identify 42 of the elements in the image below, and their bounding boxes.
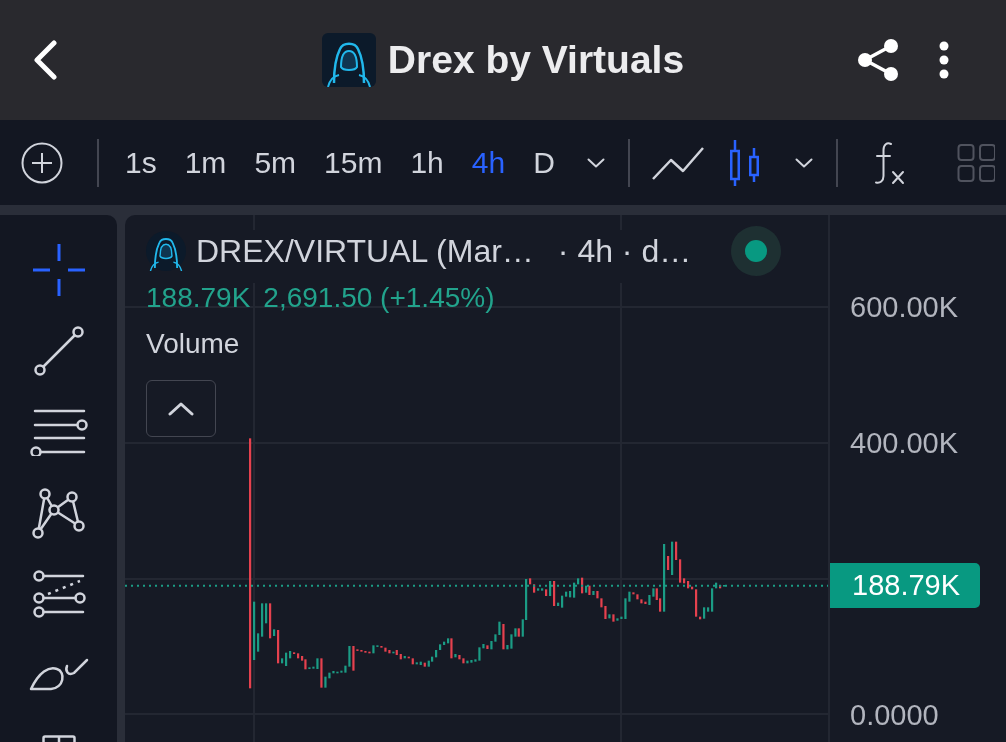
candlestick-icon [729,139,760,186]
crosshair-icon [32,244,85,296]
hood-logo-icon [321,33,376,87]
chevron-down-icon [586,157,605,168]
plus-circle-icon [21,141,63,184]
chevron-up-icon [168,401,194,416]
chart-type-button[interactable] [651,145,704,180]
function-icon [873,140,906,185]
interval-tab[interactable]: 1h [396,134,458,191]
pattern-nodes-icon [32,487,85,539]
share-icon [857,38,899,82]
parallel-lines-icon [29,408,88,456]
line-chart-icon [651,145,704,180]
price-tick-label: 0.0000 [850,698,939,732]
more-icon [939,41,949,79]
interval-tab[interactable]: 4h [457,134,520,191]
app-title: Drex by Virtuals [387,37,685,83]
back-icon [31,40,59,80]
chevron-down-icon [794,157,813,168]
legend-value: 188.79K [146,281,251,315]
interval-tab[interactable]: 5m [240,134,311,191]
interval-tab[interactable]: D [519,134,569,191]
price-tick-label: 400.00K [850,426,959,460]
brush-icon [28,657,89,693]
trend-line-icon [33,326,84,376]
symbol-details: · 4h · d… [557,232,692,270]
interval-tab[interactable]: 1m [170,134,241,191]
symbol-name: DREX/VIRTUAL (Mar… [196,232,534,270]
hood-logo-icon [146,231,186,271]
price-tick-label: 600.00K [850,290,959,324]
channel-lines-icon [31,570,86,618]
add-button[interactable] [20,140,64,185]
indicator-name: Volume [146,327,240,361]
interval-tab[interactable]: 1s [111,134,171,191]
last-price-badge: 188.79K [830,563,980,608]
split-box-icon [41,735,76,742]
indicators-button[interactable] [873,140,906,185]
legend-value: 2,691.50 (+1.45%) [263,281,495,315]
interval-tab[interactable]: 15m [310,134,397,191]
collapse-button[interactable] [146,380,216,437]
grid-icon [956,142,995,183]
drawing-tool-button[interactable] [41,735,76,742]
